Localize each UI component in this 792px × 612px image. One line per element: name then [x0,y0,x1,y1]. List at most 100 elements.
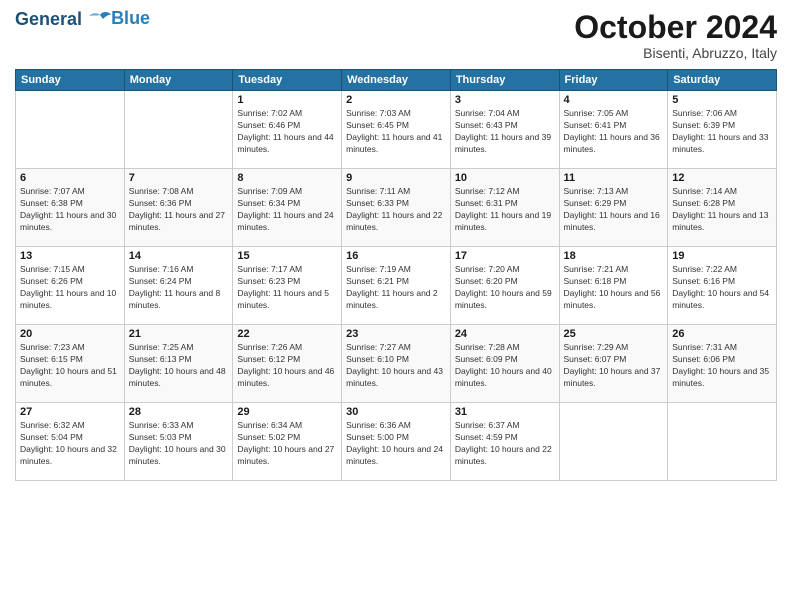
calendar-cell: 28 Sunrise: 6:33 AM Sunset: 5:03 PM Dayli… [124,403,233,481]
cell-day-number: 14 [129,250,229,262]
cell-day-number: 25 [564,328,664,340]
calendar-cell [124,91,233,169]
title-block: October 2024 Bisenti, Abruzzo, Italy [574,10,777,61]
cell-day-number: 17 [455,250,555,262]
calendar-cell: 2 Sunrise: 7:03 AM Sunset: 6:45 PM Daylig… [342,91,451,169]
cell-day-number: 19 [672,250,772,262]
month-title: October 2024 [574,10,777,45]
cell-day-number: 22 [237,328,337,340]
header-wednesday: Wednesday [342,70,451,91]
calendar-cell: 5Sunrise: 7:06 AM Sunset: 6:39 PM Daylig… [668,91,777,169]
calendar-cell: 21 Sunrise: 7:25 AM Sunset: 6:13 PM Dayli… [124,325,233,403]
cell-detail: Sunrise: 7:21 AM Sunset: 6:18 PM Dayligh… [564,264,664,312]
calendar-cell: 24Sunrise: 7:28 AM Sunset: 6:09 PM Dayli… [450,325,559,403]
cell-detail: Sunrise: 6:37 AM Sunset: 4:59 PM Dayligh… [455,420,555,468]
cell-day-number: 20 [20,328,120,340]
calendar-cell: 26Sunrise: 7:31 AM Sunset: 6:06 PM Dayli… [668,325,777,403]
cell-day-number: 23 [346,328,446,340]
cell-detail: Sunrise: 7:19 AM Sunset: 6:21 PM Dayligh… [346,264,446,312]
cell-detail: Sunrise: 7:07 AM Sunset: 6:38 PM Dayligh… [20,186,120,234]
cell-day-number: 15 [237,250,337,262]
calendar-cell: 7 Sunrise: 7:08 AM Sunset: 6:36 PM Daylig… [124,169,233,247]
calendar-cell: 12 Sunrise: 7:14 AM Sunset: 6:28 PM Dayli… [668,169,777,247]
calendar-body: 1Sunrise: 7:02 AM Sunset: 6:46 PM Daylig… [16,91,777,481]
cell-day-number: 1 [237,94,337,106]
calendar-cell: 25 Sunrise: 7:29 AM Sunset: 6:07 PM Dayli… [559,325,668,403]
header-row: Sunday Monday Tuesday Wednesday Thursday… [16,70,777,91]
cell-detail: Sunrise: 7:09 AM Sunset: 6:34 PM Dayligh… [237,186,337,234]
calendar-table: Sunday Monday Tuesday Wednesday Thursday… [15,69,777,481]
calendar-cell: 10Sunrise: 7:12 AM Sunset: 6:31 PM Dayli… [450,169,559,247]
cell-day-number: 31 [455,406,555,418]
calendar-week-1: 6 Sunrise: 7:07 AM Sunset: 6:38 PM Daylig… [16,169,777,247]
calendar-cell: 20Sunrise: 7:23 AM Sunset: 6:15 PM Dayli… [16,325,125,403]
cell-day-number: 30 [346,406,446,418]
cell-day-number: 16 [346,250,446,262]
calendar-header: Sunday Monday Tuesday Wednesday Thursday… [16,70,777,91]
calendar-cell: 29Sunrise: 6:34 AM Sunset: 5:02 PM Dayli… [233,403,342,481]
cell-detail: Sunrise: 7:17 AM Sunset: 6:23 PM Dayligh… [237,264,337,312]
cell-day-number: 11 [564,172,664,184]
calendar-cell: 17Sunrise: 7:20 AM Sunset: 6:20 PM Dayli… [450,247,559,325]
cell-day-number: 13 [20,250,120,262]
cell-day-number: 29 [237,406,337,418]
calendar-cell: 23Sunrise: 7:27 AM Sunset: 6:10 PM Dayli… [342,325,451,403]
cell-day-number: 6 [20,172,120,184]
cell-detail: Sunrise: 7:31 AM Sunset: 6:06 PM Dayligh… [672,342,772,390]
header: General Blue October 2024 Bisenti, Abruz… [15,10,777,61]
cell-detail: Sunrise: 7:28 AM Sunset: 6:09 PM Dayligh… [455,342,555,390]
cell-detail: Sunrise: 7:11 AM Sunset: 6:33 PM Dayligh… [346,186,446,234]
cell-detail: Sunrise: 7:05 AM Sunset: 6:41 PM Dayligh… [564,108,664,156]
calendar-cell [16,91,125,169]
calendar-week-3: 20Sunrise: 7:23 AM Sunset: 6:15 PM Dayli… [16,325,777,403]
calendar-cell: 18 Sunrise: 7:21 AM Sunset: 6:18 PM Dayli… [559,247,668,325]
logo-general: General [15,10,111,30]
cell-detail: Sunrise: 6:33 AM Sunset: 5:03 PM Dayligh… [129,420,229,468]
calendar-cell: 22 Sunrise: 7:26 AM Sunset: 6:12 PM Dayli… [233,325,342,403]
cell-detail: Sunrise: 7:14 AM Sunset: 6:28 PM Dayligh… [672,186,772,234]
logo: General Blue [15,10,150,30]
cell-detail: Sunrise: 6:36 AM Sunset: 5:00 PM Dayligh… [346,420,446,468]
header-friday: Friday [559,70,668,91]
cell-day-number: 7 [129,172,229,184]
cell-detail: Sunrise: 7:13 AM Sunset: 6:29 PM Dayligh… [564,186,664,234]
logo-blue: Blue [111,8,150,29]
cell-day-number: 28 [129,406,229,418]
header-tuesday: Tuesday [233,70,342,91]
cell-detail: Sunrise: 7:26 AM Sunset: 6:12 PM Dayligh… [237,342,337,390]
cell-detail: Sunrise: 7:04 AM Sunset: 6:43 PM Dayligh… [455,108,555,156]
cell-detail: Sunrise: 7:03 AM Sunset: 6:45 PM Dayligh… [346,108,446,156]
cell-detail: Sunrise: 7:16 AM Sunset: 6:24 PM Dayligh… [129,264,229,312]
calendar-week-4: 27Sunrise: 6:32 AM Sunset: 5:04 PM Dayli… [16,403,777,481]
cell-day-number: 18 [564,250,664,262]
calendar-cell: 4 Sunrise: 7:05 AM Sunset: 6:41 PM Daylig… [559,91,668,169]
calendar-cell [559,403,668,481]
calendar-cell: 30 Sunrise: 6:36 AM Sunset: 5:00 PM Dayli… [342,403,451,481]
cell-detail: Sunrise: 6:32 AM Sunset: 5:04 PM Dayligh… [20,420,120,468]
calendar-cell: 16 Sunrise: 7:19 AM Sunset: 6:21 PM Dayli… [342,247,451,325]
cell-day-number: 2 [346,94,446,106]
cell-detail: Sunrise: 7:15 AM Sunset: 6:26 PM Dayligh… [20,264,120,312]
cell-detail: Sunrise: 7:08 AM Sunset: 6:36 PM Dayligh… [129,186,229,234]
cell-day-number: 21 [129,328,229,340]
calendar-cell: 19Sunrise: 7:22 AM Sunset: 6:16 PM Dayli… [668,247,777,325]
calendar-cell: 31 Sunrise: 6:37 AM Sunset: 4:59 PM Dayli… [450,403,559,481]
cell-day-number: 9 [346,172,446,184]
cell-detail: Sunrise: 7:25 AM Sunset: 6:13 PM Dayligh… [129,342,229,390]
calendar-week-0: 1Sunrise: 7:02 AM Sunset: 6:46 PM Daylig… [16,91,777,169]
header-monday: Monday [124,70,233,91]
cell-day-number: 8 [237,172,337,184]
cell-detail: Sunrise: 7:29 AM Sunset: 6:07 PM Dayligh… [564,342,664,390]
calendar-cell: 8 Sunrise: 7:09 AM Sunset: 6:34 PM Daylig… [233,169,342,247]
calendar-cell: 15 Sunrise: 7:17 AM Sunset: 6:23 PM Dayli… [233,247,342,325]
calendar-cell: 1Sunrise: 7:02 AM Sunset: 6:46 PM Daylig… [233,91,342,169]
cell-detail: Sunrise: 7:06 AM Sunset: 6:39 PM Dayligh… [672,108,772,156]
logo-bird-icon [89,11,111,29]
header-saturday: Saturday [668,70,777,91]
cell-day-number: 10 [455,172,555,184]
calendar-cell: 11 Sunrise: 7:13 AM Sunset: 6:29 PM Dayli… [559,169,668,247]
cell-day-number: 4 [564,94,664,106]
cell-day-number: 12 [672,172,772,184]
calendar-cell: 9 Sunrise: 7:11 AM Sunset: 6:33 PM Daylig… [342,169,451,247]
calendar-cell: 13 Sunrise: 7:15 AM Sunset: 6:26 PM Dayli… [16,247,125,325]
